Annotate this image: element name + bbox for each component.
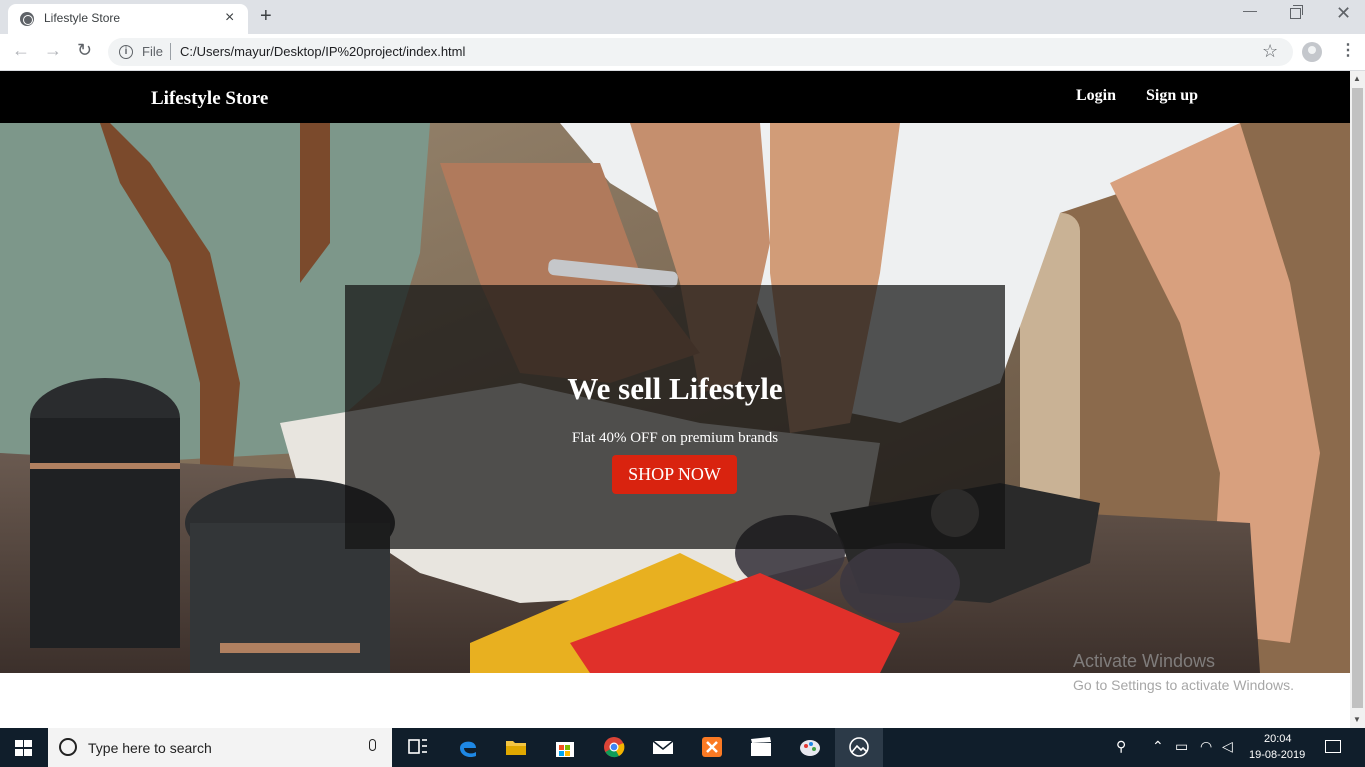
scroll-up-arrow-icon[interactable]: ▲: [1353, 74, 1361, 83]
banner-subtitle: Flat 40% OFF on premium brands: [571, 430, 779, 446]
new-tab-icon[interactable]: +: [260, 5, 272, 27]
clock-time[interactable]: 20:04: [1264, 733, 1292, 745]
address-bar[interactable]: i File C:/Users/mayur/Desktop/IP%20proje…: [108, 38, 1293, 66]
brand-link[interactable]: Lifestyle Store: [151, 88, 268, 110]
window-close-icon[interactable]: ✕: [1336, 3, 1351, 23]
mail-icon[interactable]: [651, 736, 675, 758]
info-icon[interactable]: i: [119, 45, 133, 59]
page-scrollbar[interactable]: ▲ ▼: [1350, 71, 1365, 728]
battery-icon[interactable]: ▭: [1175, 738, 1188, 755]
tab-title: Lifestyle Store: [44, 11, 121, 25]
store-icon[interactable]: [553, 736, 577, 758]
task-view-icon[interactable]: [406, 736, 430, 758]
back-arrow-icon[interactable]: ←: [12, 40, 30, 60]
video-editor-icon[interactable]: [749, 736, 773, 758]
activate-windows-hint: Go to Settings to activate Windows.: [1073, 677, 1294, 693]
cortana-icon: [59, 738, 77, 756]
minimize-icon[interactable]: —: [1243, 2, 1257, 18]
hero-section: We sell Lifestyle Flat 40% OFF on premiu…: [0, 123, 1350, 673]
windows-start-icon[interactable]: [15, 740, 32, 756]
scroll-thumb[interactable]: [1352, 88, 1363, 708]
browser-tab-strip: Lifestyle Store × + — ✕: [0, 0, 1365, 34]
reload-icon[interactable]: ↻: [77, 40, 92, 60]
photos-icon[interactable]: [847, 736, 871, 758]
page-viewport: Lifestyle Store Login Sign up We sell Li…: [0, 71, 1350, 728]
omnibox-divider: [170, 43, 171, 60]
wifi-icon[interactable]: ◠: [1200, 738, 1212, 755]
forward-arrow-icon[interactable]: →: [44, 40, 62, 60]
taskbar-search-placeholder: Type here to search: [88, 740, 212, 756]
signup-link[interactable]: Sign up: [1146, 87, 1198, 105]
banner-title: We sell Lifestyle: [567, 371, 783, 406]
chrome-icon[interactable]: [602, 736, 626, 758]
globe-icon: [20, 12, 34, 26]
chevron-up-icon[interactable]: ⌃: [1152, 738, 1164, 755]
bookmark-star-icon[interactable]: ☆: [1262, 41, 1278, 61]
volume-icon[interactable]: ◁: [1222, 738, 1233, 755]
taskbar-search-box[interactable]: Type here to search: [48, 728, 392, 767]
restore-icon[interactable]: [1290, 5, 1303, 19]
browser-tab[interactable]: Lifestyle Store ×: [8, 4, 248, 34]
promo-banner: We sell Lifestyle Flat 40% OFF on premiu…: [345, 285, 1005, 549]
profile-avatar-icon[interactable]: [1302, 42, 1322, 62]
xampp-icon[interactable]: [700, 736, 724, 758]
notification-center-icon[interactable]: [1325, 740, 1341, 753]
tab-close-icon[interactable]: ×: [225, 9, 234, 27]
kebab-menu-icon[interactable]: ⋮: [1340, 42, 1356, 60]
paint-icon[interactable]: [798, 736, 822, 758]
windows-taskbar: Type here to search ⚲ ⌃ ▭ ◠ ◁ 20:04 19-0…: [0, 728, 1365, 767]
omnibox-scheme-label: File: [142, 44, 163, 59]
scroll-down-arrow-icon[interactable]: ▼: [1353, 715, 1361, 724]
shop-now-button[interactable]: SHOP NOW: [612, 455, 737, 494]
clock-date[interactable]: 19-08-2019: [1249, 749, 1305, 761]
edge-icon[interactable]: [456, 736, 480, 758]
login-link[interactable]: Login: [1076, 87, 1116, 105]
browser-toolbar: ← → ↻ i File C:/Users/mayur/Desktop/IP%2…: [0, 34, 1365, 71]
url-text[interactable]: C:/Users/mayur/Desktop/IP%20project/inde…: [180, 44, 465, 59]
people-icon[interactable]: ⚲: [1116, 738, 1126, 755]
microphone-icon[interactable]: [369, 739, 376, 751]
site-navbar: Lifestyle Store Login Sign up: [0, 71, 1350, 123]
activate-windows-title: Activate Windows: [1073, 651, 1216, 671]
file-explorer-icon[interactable]: [504, 736, 528, 758]
